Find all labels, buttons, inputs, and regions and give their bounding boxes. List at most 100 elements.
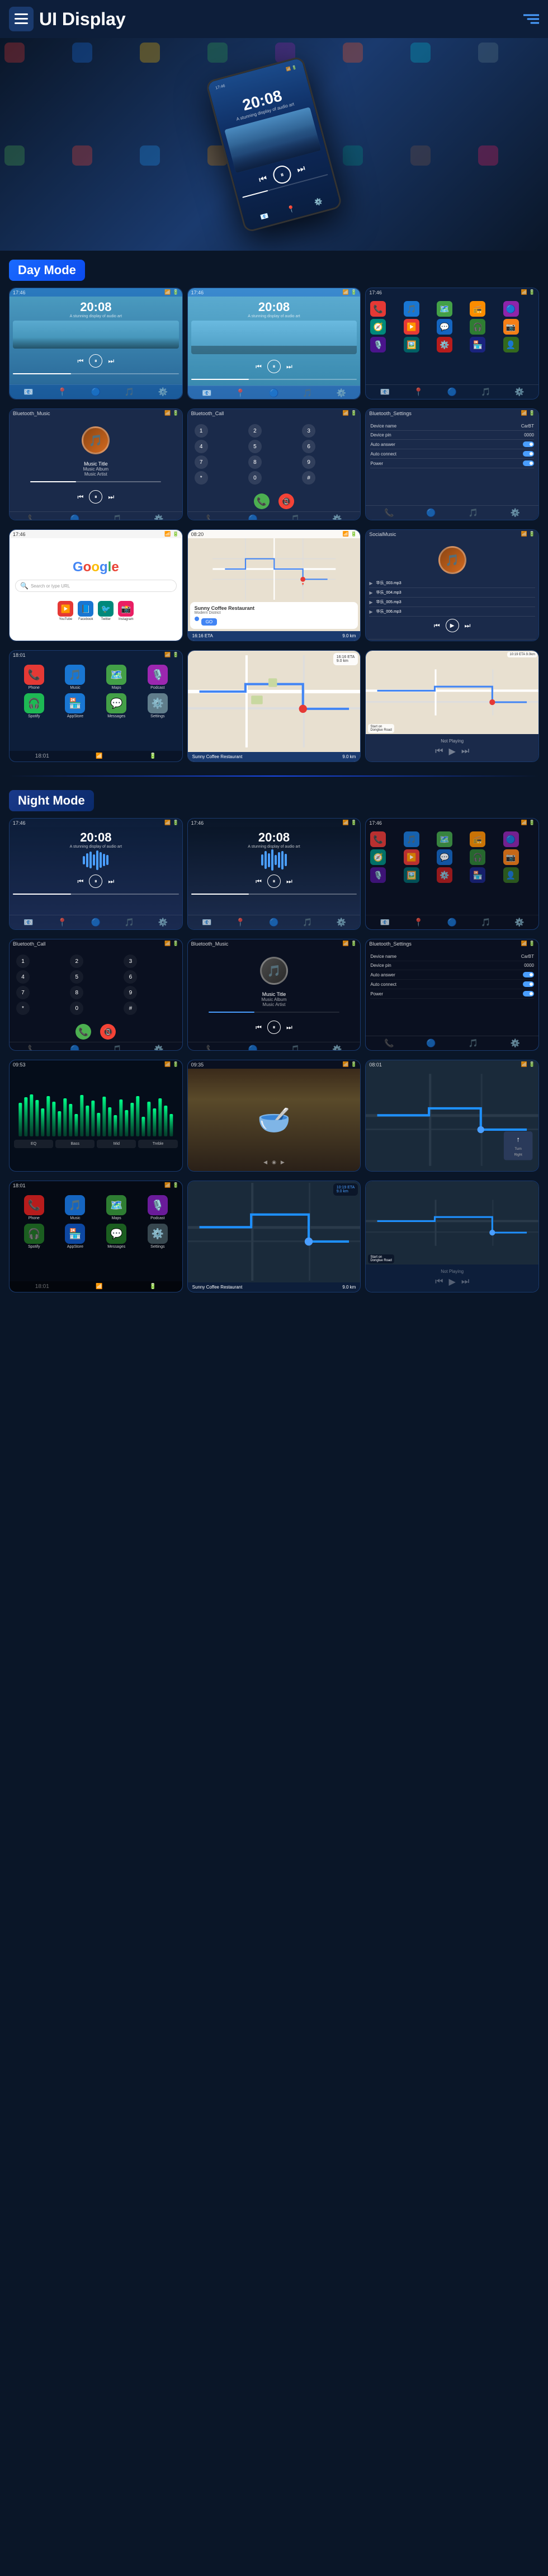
nm-nav-map-3[interactable]: 📍 — [414, 918, 423, 927]
track-1[interactable]: ▶ 华乐_003.mp3 — [369, 579, 535, 588]
dial-star[interactable]: * — [195, 471, 208, 485]
nm-app-music[interactable]: 🎵 — [404, 831, 419, 847]
app-maps[interactable]: 🗺️ — [437, 301, 452, 317]
nav-bt-6[interactable]: 🔵 — [426, 508, 436, 518]
nm-auto-connect-toggle[interactable] — [523, 981, 534, 987]
nm-play-btn-5[interactable]: ⏸ — [267, 1021, 281, 1034]
nm-nav-settings-6[interactable]: ⚙️ — [511, 1038, 520, 1048]
nav-map-3[interactable]: 📍 — [414, 387, 423, 397]
nm-dial-star[interactable]: * — [16, 1002, 30, 1015]
cp-music[interactable]: 🎵 Music — [56, 665, 95, 690]
nav-settings-1[interactable]: ⚙️ — [158, 387, 168, 397]
nm-cp-phone[interactable]: 📞 Phone — [15, 1195, 53, 1220]
nav-email-2[interactable]: 📧 — [202, 388, 211, 398]
cp-phone[interactable]: 📞 Phone — [15, 665, 53, 690]
nm-app-photos[interactable]: 🖼️ — [404, 867, 419, 883]
nm-dial-8[interactable]: 8 — [70, 986, 83, 999]
nav-settings-5[interactable]: ⚙️ — [332, 514, 342, 520]
nm-app-podcast[interactable]: 🎙️ — [370, 867, 386, 883]
prev-btn-2[interactable]: ⏮ — [256, 363, 262, 371]
nm-nav-bt-4[interactable]: 🔵 — [70, 1045, 79, 1050]
track-2[interactable]: ▶ 华乐_004.mp3 — [369, 588, 535, 598]
nm-play-btn-2[interactable]: ⏸ — [267, 875, 281, 888]
dial-3[interactable]: 3 — [302, 424, 315, 438]
nm-nav-music-6[interactable]: 🎵 — [469, 1038, 478, 1048]
nm-dial-2[interactable]: 2 — [70, 955, 83, 968]
nm-next-btn-1[interactable]: ⏭ — [108, 877, 114, 886]
nm-nav-music-3[interactable]: 🎵 — [481, 918, 490, 927]
nm-nav-music-2[interactable]: 🎵 — [303, 918, 312, 927]
nav-map-1[interactable]: 📍 — [57, 387, 67, 397]
cp-spotify[interactable]: 🎧 Spotify — [15, 693, 53, 718]
auto-answer-toggle[interactable] — [523, 441, 534, 447]
nm-nav-bt-3[interactable]: 🔵 — [447, 918, 457, 927]
dial-8[interactable]: 8 — [248, 455, 262, 469]
next-btn-4[interactable]: ⏭ — [108, 493, 114, 501]
nm-ctrl-3[interactable]: Mid — [97, 1140, 136, 1148]
nm-nav-bt-5[interactable]: 🔵 — [248, 1045, 258, 1050]
nav-music-2[interactable]: 🎵 — [303, 388, 312, 398]
nm-dial-4[interactable]: 4 — [16, 970, 30, 984]
nm-app-spotify[interactable]: 🎧 — [470, 849, 485, 865]
cp-maps[interactable]: 🗺️ Maps — [97, 665, 135, 690]
dial-2[interactable]: 2 — [248, 424, 262, 438]
nm-dial-6[interactable]: 6 — [124, 970, 137, 984]
nav-music-4[interactable]: 🎵 — [112, 514, 121, 520]
prev-icon[interactable]: ⏮ — [258, 174, 268, 186]
nm-dial-7[interactable]: 7 — [16, 986, 30, 999]
bookmark-2[interactable]: 📘 Facebook — [78, 601, 93, 621]
nm-nav-map-2[interactable]: 📍 — [235, 918, 245, 927]
nav-phone-6[interactable]: 📞 — [384, 508, 394, 518]
nm-prev-btn-5[interactable]: ⏮ — [256, 1023, 262, 1032]
nm-cp-appstore[interactable]: 🏪 AppStore — [56, 1224, 95, 1249]
play-btn-2[interactable]: ⏸ — [267, 360, 281, 373]
nm-nav-map-1[interactable]: 📍 — [57, 918, 67, 927]
nm-nav-settings-3[interactable]: ⚙️ — [514, 918, 524, 927]
dial-9[interactable]: 9 — [302, 455, 315, 469]
nm-cp-settings[interactable]: ⚙️ Settings — [139, 1224, 177, 1249]
bookmark-4[interactable]: 📸 Instagram — [118, 601, 134, 621]
nm-app-cam[interactable]: 📷 — [503, 849, 519, 865]
app-msg[interactable]: 💬 — [437, 319, 452, 335]
dial-hash[interactable]: # — [302, 471, 315, 485]
app-contacts[interactable]: 👤 — [503, 337, 519, 352]
nav-map-2[interactable]: 📍 — [235, 388, 245, 398]
nm-call-btn[interactable]: 📞 — [75, 1024, 91, 1040]
go-button[interactable]: GO — [201, 618, 217, 626]
nav-email-1[interactable]: 📧 — [23, 387, 33, 397]
nm-app-settings[interactable]: ⚙️ — [437, 867, 452, 883]
np-prev-btn[interactable]: ⏮ — [435, 746, 443, 756]
nm-app-radio[interactable]: 📻 — [470, 831, 485, 847]
cp-podcast[interactable]: 🎙️ Podcast — [139, 665, 177, 690]
nm-nav-settings-2[interactable]: ⚙️ — [337, 918, 346, 927]
nav-music-1[interactable]: 🎵 — [125, 387, 134, 397]
nm-end-call-btn[interactable]: 📵 — [100, 1024, 116, 1040]
nav-settings-6[interactable]: ⚙️ — [511, 508, 520, 518]
cp-settings[interactable]: ⚙️ Settings — [139, 693, 177, 718]
app-bt[interactable]: 🔵 — [503, 301, 519, 317]
nm-nav-settings-4[interactable]: ⚙️ — [154, 1045, 163, 1050]
nav-music-6[interactable]: 🎵 — [469, 508, 478, 518]
nm-cp-music[interactable]: 🎵 Music — [56, 1195, 95, 1220]
nm-nav-email-3[interactable]: 📧 — [380, 918, 390, 927]
nav-settings-2[interactable]: ⚙️ — [337, 388, 346, 398]
nav-phone-5[interactable]: 📞 — [206, 514, 216, 520]
nm-nav-email-2[interactable]: 📧 — [202, 918, 211, 927]
next-btn-1[interactable]: ⏭ — [108, 357, 114, 365]
nm-dial-1[interactable]: 1 — [16, 955, 30, 968]
nm-np-prev-btn[interactable]: ⏮ — [435, 1277, 443, 1287]
nm-nav-email-1[interactable]: 📧 — [23, 918, 33, 927]
nav-bt-5[interactable]: 🔵 — [248, 514, 258, 520]
nav-bt-3[interactable]: 🔵 — [447, 387, 457, 397]
nm-ctrl-2[interactable]: Bass — [55, 1140, 95, 1148]
bookmark-1[interactable]: ▶️ YouTube — [58, 601, 73, 621]
nm-app-contacts[interactable]: 👤 — [503, 867, 519, 883]
nm-app-phone[interactable]: 📞 — [370, 831, 386, 847]
nm-dial-5[interactable]: 5 — [70, 970, 83, 984]
nm-nav-bt-2[interactable]: 🔵 — [269, 918, 278, 927]
nm-app-bt[interactable]: 🔵 — [503, 831, 519, 847]
nav-settings-4[interactable]: ⚙️ — [154, 514, 163, 520]
nm-nav-music-4[interactable]: 🎵 — [112, 1045, 121, 1050]
play-btn-4[interactable]: ⏸ — [89, 490, 102, 504]
nm-nav-music-1[interactable]: 🎵 — [125, 918, 134, 927]
